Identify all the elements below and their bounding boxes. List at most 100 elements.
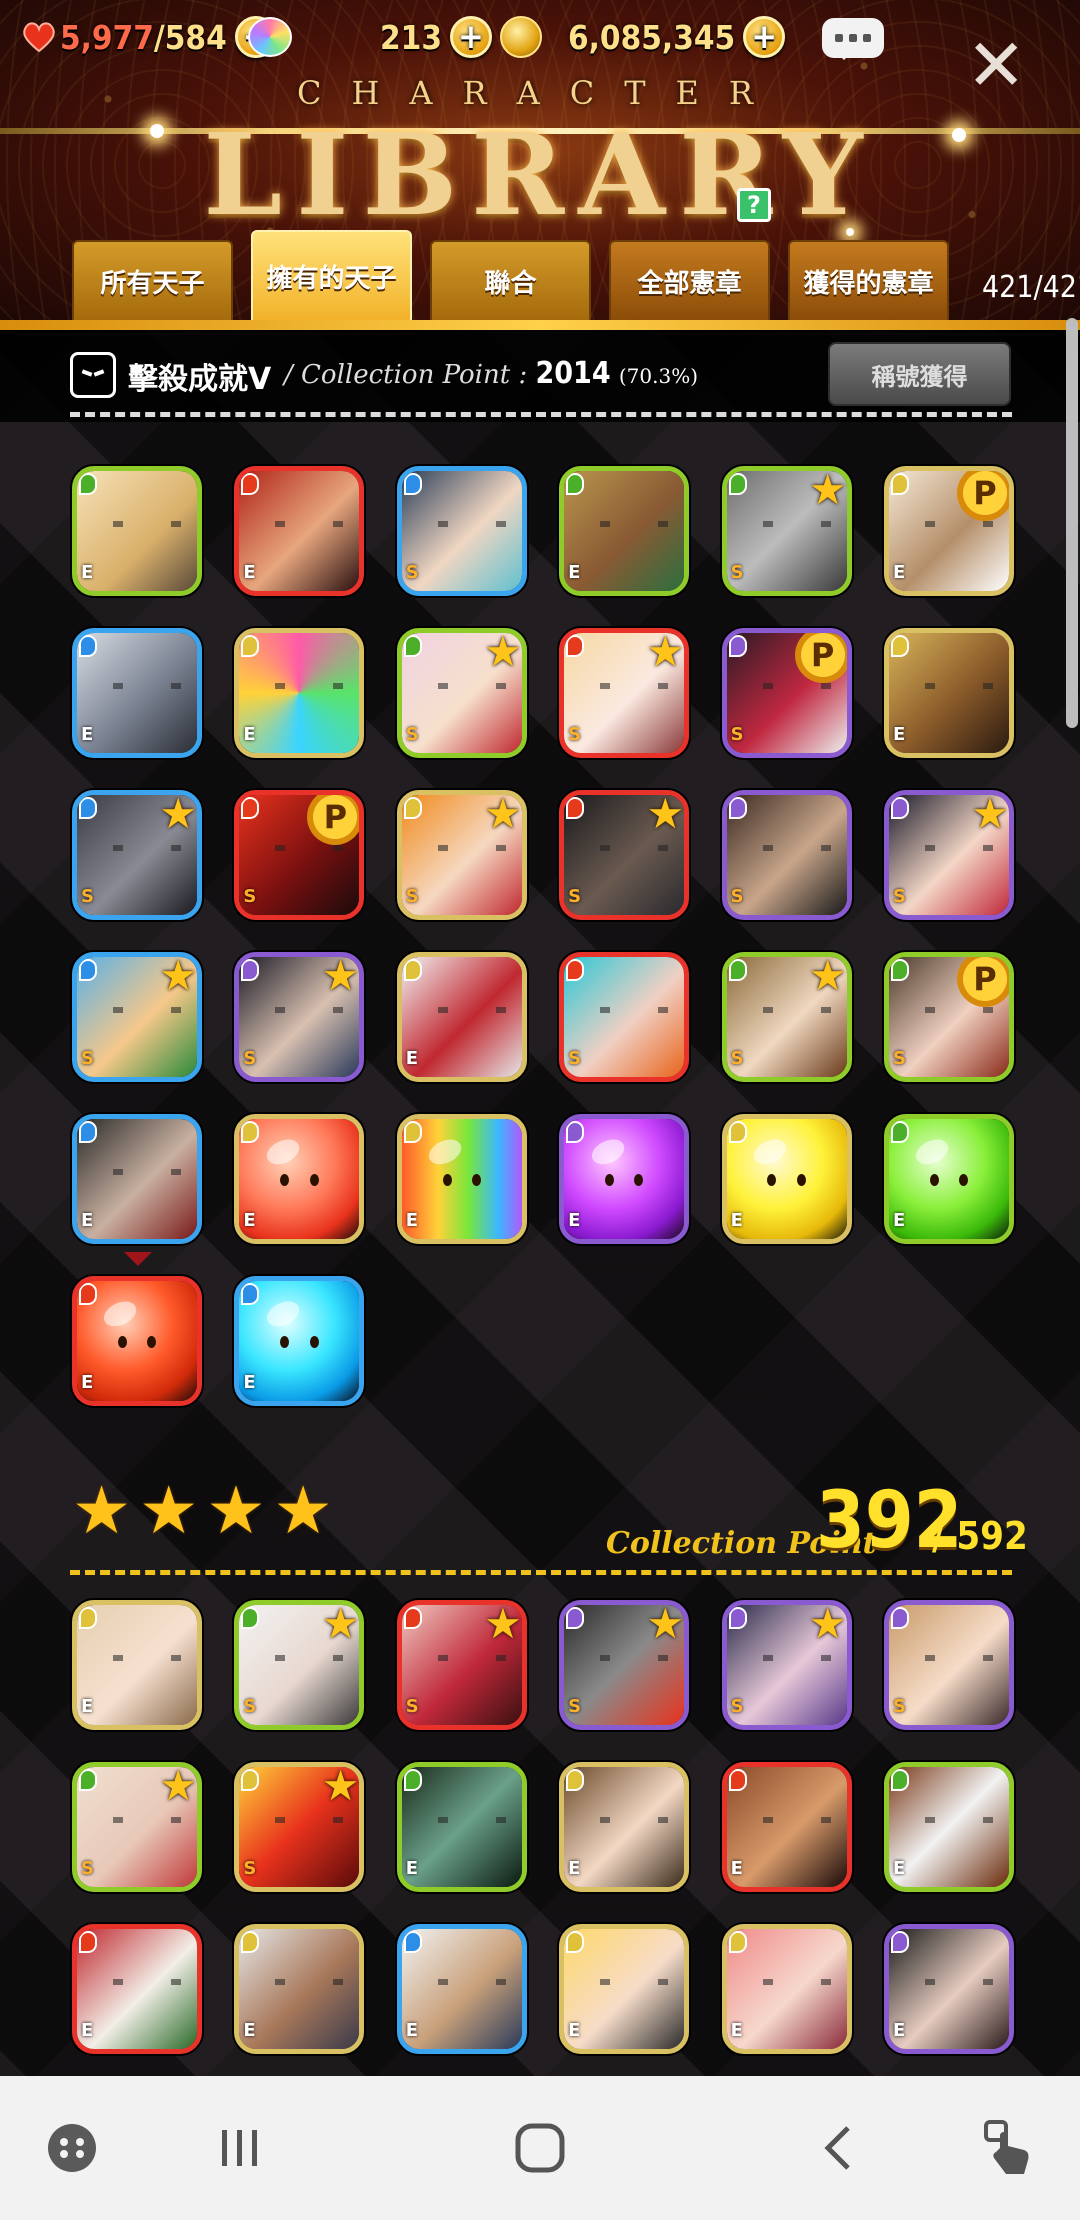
home-icon[interactable] bbox=[500, 2076, 580, 2220]
character-card[interactable]: S ★ bbox=[559, 1600, 690, 1730]
character-card[interactable]: E bbox=[721, 1114, 852, 1244]
divider bbox=[70, 412, 1012, 417]
gem-display: 213 + bbox=[248, 12, 492, 62]
character-card[interactable]: E bbox=[396, 1924, 527, 2054]
character-card[interactable]: E bbox=[396, 1114, 527, 1244]
help-icon[interactable]: ? bbox=[737, 188, 771, 222]
character-card[interactable]: S ★ bbox=[721, 1600, 852, 1730]
back-icon[interactable] bbox=[800, 2076, 880, 2220]
tab-all-characters[interactable]: 所有天子 bbox=[72, 240, 233, 322]
collection-point-total: / 592 bbox=[932, 1514, 1028, 1558]
character-card[interactable]: E bbox=[883, 628, 1014, 758]
cp-percent: (70.3%) bbox=[618, 364, 699, 388]
character-card[interactable]: E bbox=[883, 1924, 1014, 2054]
header-subtitle: CHARACTER bbox=[297, 74, 783, 112]
character-card[interactable]: S ★ bbox=[559, 628, 690, 758]
character-card[interactable]: E bbox=[559, 466, 690, 596]
p-badge-icon: P bbox=[956, 957, 1009, 1007]
stamina-max: /584 bbox=[153, 17, 227, 57]
achievement-bar: 擊殺成就V / Collection Point : 2014 (70.3%) … bbox=[0, 330, 1080, 422]
assistant-icon[interactable] bbox=[970, 2076, 1050, 2220]
character-card[interactable]: E bbox=[72, 466, 202, 596]
character-card[interactable]: E bbox=[883, 1762, 1014, 1892]
character-card[interactable]: S ★ bbox=[72, 1762, 202, 1892]
character-card[interactable]: E bbox=[72, 1276, 202, 1406]
stamina-display: 5,977 /584 + bbox=[22, 12, 277, 62]
character-card[interactable]: E bbox=[234, 1114, 365, 1244]
character-card[interactable]: S ★ bbox=[234, 1600, 365, 1730]
star-icon: ★ bbox=[159, 790, 197, 838]
tab-union[interactable]: 聯合 bbox=[430, 240, 591, 322]
cp-label: / Collection Point : bbox=[284, 360, 528, 390]
character-card[interactable]: S ★ bbox=[234, 952, 365, 1082]
character-card[interactable]: E bbox=[72, 1114, 202, 1244]
gold-count: 6,085,345 bbox=[568, 17, 736, 57]
star-icon: ★ bbox=[139, 1472, 199, 1549]
character-card[interactable]: E bbox=[396, 1762, 527, 1892]
star-icon: ★ bbox=[159, 1762, 197, 1810]
star-icon: ★ bbox=[321, 1762, 360, 1810]
character-card[interactable]: E bbox=[234, 466, 365, 596]
character-card[interactable]: S bbox=[396, 466, 527, 596]
character-card[interactable]: E bbox=[72, 1600, 202, 1730]
gem-count: 213 bbox=[380, 17, 442, 57]
game-screen: 5,977 /584 + 213 + 6,085,345 + ✕ CHARACT… bbox=[0, 0, 1080, 2220]
library-tabs: 所有天子 擁有的天子 聯合 全部憲章 獲得的憲章 bbox=[72, 230, 949, 322]
gem-icon bbox=[248, 17, 292, 57]
rarity-stars: ★ ★ ★ ★ bbox=[72, 1478, 333, 1544]
tab-owned-charters[interactable]: 獲得的憲章 bbox=[788, 240, 949, 322]
character-card[interactable]: S ★ bbox=[721, 952, 852, 1082]
character-card[interactable]: E bbox=[721, 1762, 852, 1892]
star-icon: ★ bbox=[484, 628, 522, 676]
star-icon: ★ bbox=[321, 952, 360, 1000]
star-icon: ★ bbox=[808, 466, 847, 514]
character-card[interactable]: S ★ bbox=[72, 952, 202, 1082]
star-icon: ★ bbox=[646, 790, 685, 838]
character-card[interactable]: S bbox=[559, 952, 690, 1082]
star-icon: ★ bbox=[72, 1472, 132, 1549]
character-card[interactable]: S bbox=[721, 790, 852, 920]
plus-icon: + bbox=[458, 17, 484, 57]
character-card[interactable]: E bbox=[559, 1762, 690, 1892]
character-card[interactable]: S ★ bbox=[721, 466, 852, 596]
star-icon: ★ bbox=[206, 1472, 266, 1549]
character-card[interactable]: SP bbox=[234, 790, 365, 920]
character-grid-top: E E S E S ★ EP E E S ★ S ★ SP E S ★ SP S ★ S ★… bbox=[72, 466, 1014, 1406]
get-title-button[interactable]: 稱號獲得 bbox=[828, 342, 1011, 406]
character-card[interactable]: SP bbox=[721, 628, 852, 758]
chat-icon[interactable] bbox=[822, 18, 884, 60]
character-card[interactable]: E bbox=[234, 628, 365, 758]
add-gems-button[interactable]: + bbox=[449, 16, 492, 58]
character-card[interactable]: E bbox=[396, 952, 527, 1082]
tab-owned-characters[interactable]: 擁有的天子 bbox=[251, 230, 412, 322]
recents-icon[interactable] bbox=[200, 2076, 280, 2220]
character-card[interactable]: SP bbox=[883, 952, 1014, 1082]
character-card[interactable]: S ★ bbox=[72, 790, 202, 920]
character-card[interactable]: E bbox=[72, 628, 202, 758]
star-icon: ★ bbox=[321, 1600, 360, 1648]
character-card[interactable]: E bbox=[883, 1114, 1014, 1244]
stamina-current: 5,977 bbox=[60, 17, 154, 57]
gamepad-icon[interactable] bbox=[40, 2076, 104, 2220]
character-card[interactable]: S ★ bbox=[234, 1762, 365, 1892]
character-card[interactable]: EP bbox=[883, 466, 1014, 596]
tab-all-charters[interactable]: 全部憲章 bbox=[609, 240, 770, 322]
scrollbar[interactable] bbox=[1066, 318, 1078, 728]
character-card[interactable]: E bbox=[234, 1924, 365, 2054]
header-underline bbox=[0, 320, 1080, 330]
add-gold-button[interactable]: + bbox=[743, 16, 786, 58]
character-card[interactable]: S ★ bbox=[559, 790, 690, 920]
character-card[interactable]: S ★ bbox=[883, 790, 1014, 920]
character-card[interactable]: S ★ bbox=[396, 790, 527, 920]
character-card[interactable]: S ★ bbox=[396, 628, 527, 758]
character-grid-four-star: E S ★ S ★ S ★ S ★ S S ★ S ★ E E E E E E E E E … bbox=[72, 1600, 1014, 2054]
character-card[interactable]: E bbox=[234, 1276, 365, 1406]
character-card[interactable]: S bbox=[883, 1600, 1014, 1730]
character-card[interactable]: E bbox=[72, 1924, 202, 2054]
character-card[interactable]: E bbox=[559, 1114, 690, 1244]
character-card[interactable]: E bbox=[559, 1924, 690, 2054]
system-nav-bar bbox=[0, 2076, 1080, 2220]
character-card[interactable]: S ★ bbox=[396, 1600, 527, 1730]
character-card[interactable]: E bbox=[721, 1924, 852, 2054]
p-badge-icon: P bbox=[956, 471, 1009, 521]
